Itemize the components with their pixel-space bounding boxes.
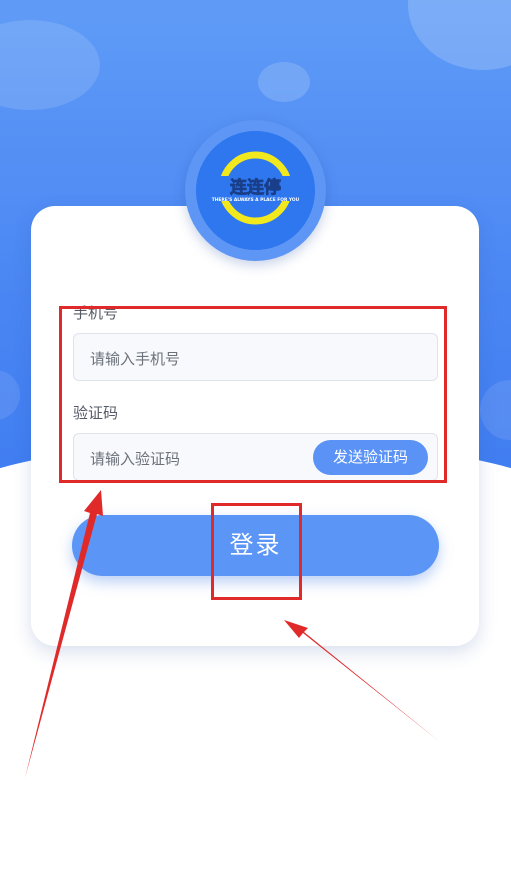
- decorative-bubble: [0, 20, 100, 110]
- logo-graphic: 连连停 THERE'S ALWAYS A PLACE FOR YOU: [196, 131, 315, 250]
- form-highlight-box: [59, 306, 447, 483]
- decorative-bubble: [0, 370, 20, 420]
- login-highlight-box: [211, 503, 302, 600]
- decorative-bubble: [480, 380, 511, 440]
- decorative-bubble: [258, 62, 310, 102]
- decorative-bubble: [408, 0, 511, 70]
- logo-slogan-text: THERE'S ALWAYS A PLACE FOR YOU: [212, 197, 300, 203]
- logo-brand-text: 连连停: [230, 177, 281, 198]
- app-logo: 连连停 THERE'S ALWAYS A PLACE FOR YOU: [196, 131, 315, 250]
